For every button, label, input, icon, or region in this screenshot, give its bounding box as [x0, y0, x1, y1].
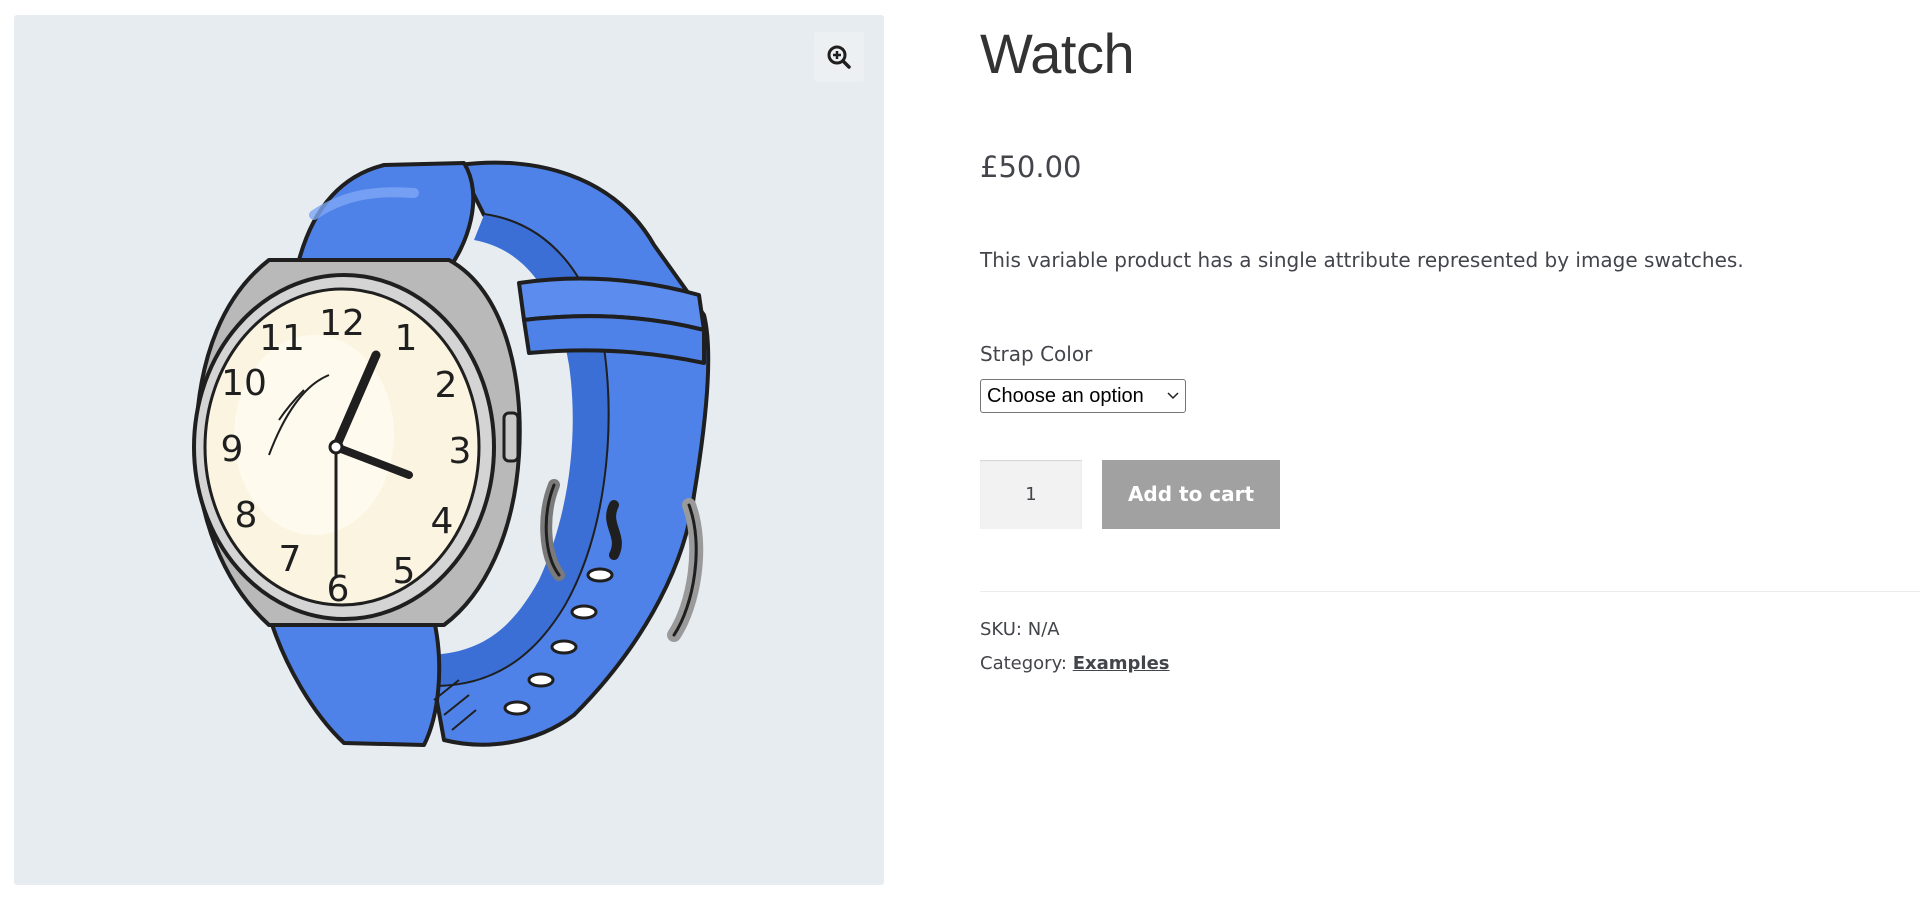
strap-color-label: Strap Color: [980, 342, 1093, 366]
watch-numeral: 5: [393, 551, 416, 592]
watch-icon[interactable]: 12 1 2 3 4 5 6 7 8 9 10 11: [14, 15, 884, 885]
watch-numeral: 9: [221, 429, 244, 470]
zoom-in-icon: [827, 45, 851, 69]
watch-numeral: 10: [221, 363, 267, 404]
watch-numeral: 7: [279, 539, 302, 580]
sku-label: SKU:: [980, 619, 1022, 640]
category-label: Category:: [980, 653, 1067, 674]
product-price: £50.00: [980, 150, 1082, 184]
watch-numeral: 8: [235, 495, 258, 536]
product-gallery: 12 1 2 3 4 5 6 7 8 9 10 11: [14, 15, 884, 885]
watch-numeral: 3: [449, 431, 472, 472]
watch-numeral: 12: [319, 303, 365, 344]
sku-value: N/A: [1027, 619, 1060, 640]
chevron-down-icon: [1167, 392, 1179, 400]
watch-numeral: 6: [327, 569, 350, 610]
divider: [980, 591, 1920, 592]
category-link[interactable]: Examples: [1073, 653, 1170, 674]
product-sku: SKU: N/A: [980, 616, 1060, 644]
product-description: This variable product has a single attri…: [980, 248, 1744, 272]
strap-color-select[interactable]: Choose an option: [980, 379, 1186, 413]
product-summary: Watch £50.00 This variable product has a…: [980, 0, 1920, 898]
product-title: Watch: [980, 22, 1135, 85]
add-to-cart-button[interactable]: Add to cart: [1102, 460, 1280, 529]
quantity-input[interactable]: 1: [980, 460, 1082, 529]
watch-numeral: 2: [435, 365, 458, 406]
product-page: 12 1 2 3 4 5 6 7 8 9 10 11 Watch £50.00 …: [0, 0, 1920, 898]
product-category: Category: Examples: [980, 650, 1170, 678]
watch-numeral: 1: [395, 318, 418, 359]
watch-numeral: 4: [431, 501, 454, 542]
watch-numeral: 11: [259, 318, 305, 359]
zoom-button[interactable]: [814, 32, 864, 82]
strap-color-select-value: Choose an option: [987, 384, 1144, 407]
